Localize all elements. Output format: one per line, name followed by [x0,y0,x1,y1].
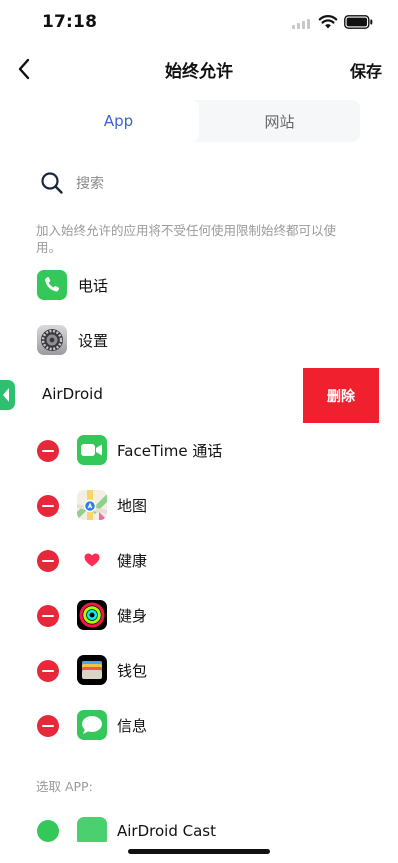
search-icon [41,172,63,194]
tab-app[interactable]: App [38,100,199,142]
app-name: 电话 [78,277,109,295]
app-name: FaceTime 通话 [117,442,223,460]
fitness-icon [77,600,107,630]
app-name: AirDroid [42,385,103,403]
airdroid-icon [0,380,15,410]
list-item: FaceTime 通话 [0,423,398,478]
section-label: 选取 APP: [36,779,93,794]
settings-icon [37,325,67,355]
list-item: 健康 [0,533,398,588]
remove-button[interactable] [37,605,59,627]
hint-text: 加入始终允许的应用将不受任何使用限制始终都可以使用。 [36,223,337,255]
remove-button[interactable] [37,440,59,462]
list-item: 电话 [0,258,398,313]
list-item: 健身 [0,588,398,643]
status-bar: 17:18 [0,0,398,46]
save-button[interactable]: 保存 [350,58,382,82]
list-item: 设置 [0,313,398,368]
app-name: 健康 [117,552,148,570]
facetime-icon [77,435,107,465]
app-name: 信息 [117,717,148,735]
list-item: 地图 [0,478,398,533]
status-time: 17:18 [42,12,98,32]
maps-icon [77,490,107,520]
phone-icon [37,270,67,300]
remove-button[interactable] [37,660,59,682]
app-name: 健身 [117,607,148,625]
list-item-partial[interactable]: AirDroid Cast [0,812,398,842]
tab-website[interactable]: 网站 [199,100,360,142]
messages-icon [77,710,107,740]
home-indicator [128,849,270,854]
wifi-icon [318,15,338,29]
airdroid-cast-icon [77,817,107,842]
remove-button[interactable] [37,550,59,572]
app-name: 钱包 [117,662,148,680]
wallet-icon [77,655,107,685]
app-name: AirDroid Cast [117,822,216,840]
battery-icon [344,15,373,29]
app-name: 地图 [117,497,148,515]
add-button[interactable] [37,820,59,842]
health-icon [77,545,107,575]
remove-button[interactable] [37,715,59,737]
cellular-signal-icon [292,19,310,29]
list-item: 信息 [0,698,398,753]
delete-button[interactable]: 删除 [303,368,379,423]
segmented-tabs: App 网站 [38,100,360,142]
page-title: 始终允许 [165,62,233,82]
nav-bar: 始终允许 保存 [0,46,398,90]
list-item: 钱包 [0,643,398,698]
remove-button[interactable] [37,495,59,517]
search-input[interactable]: 搜索 [40,168,104,198]
app-name: 设置 [78,332,109,350]
search-placeholder: 搜索 [76,176,104,192]
